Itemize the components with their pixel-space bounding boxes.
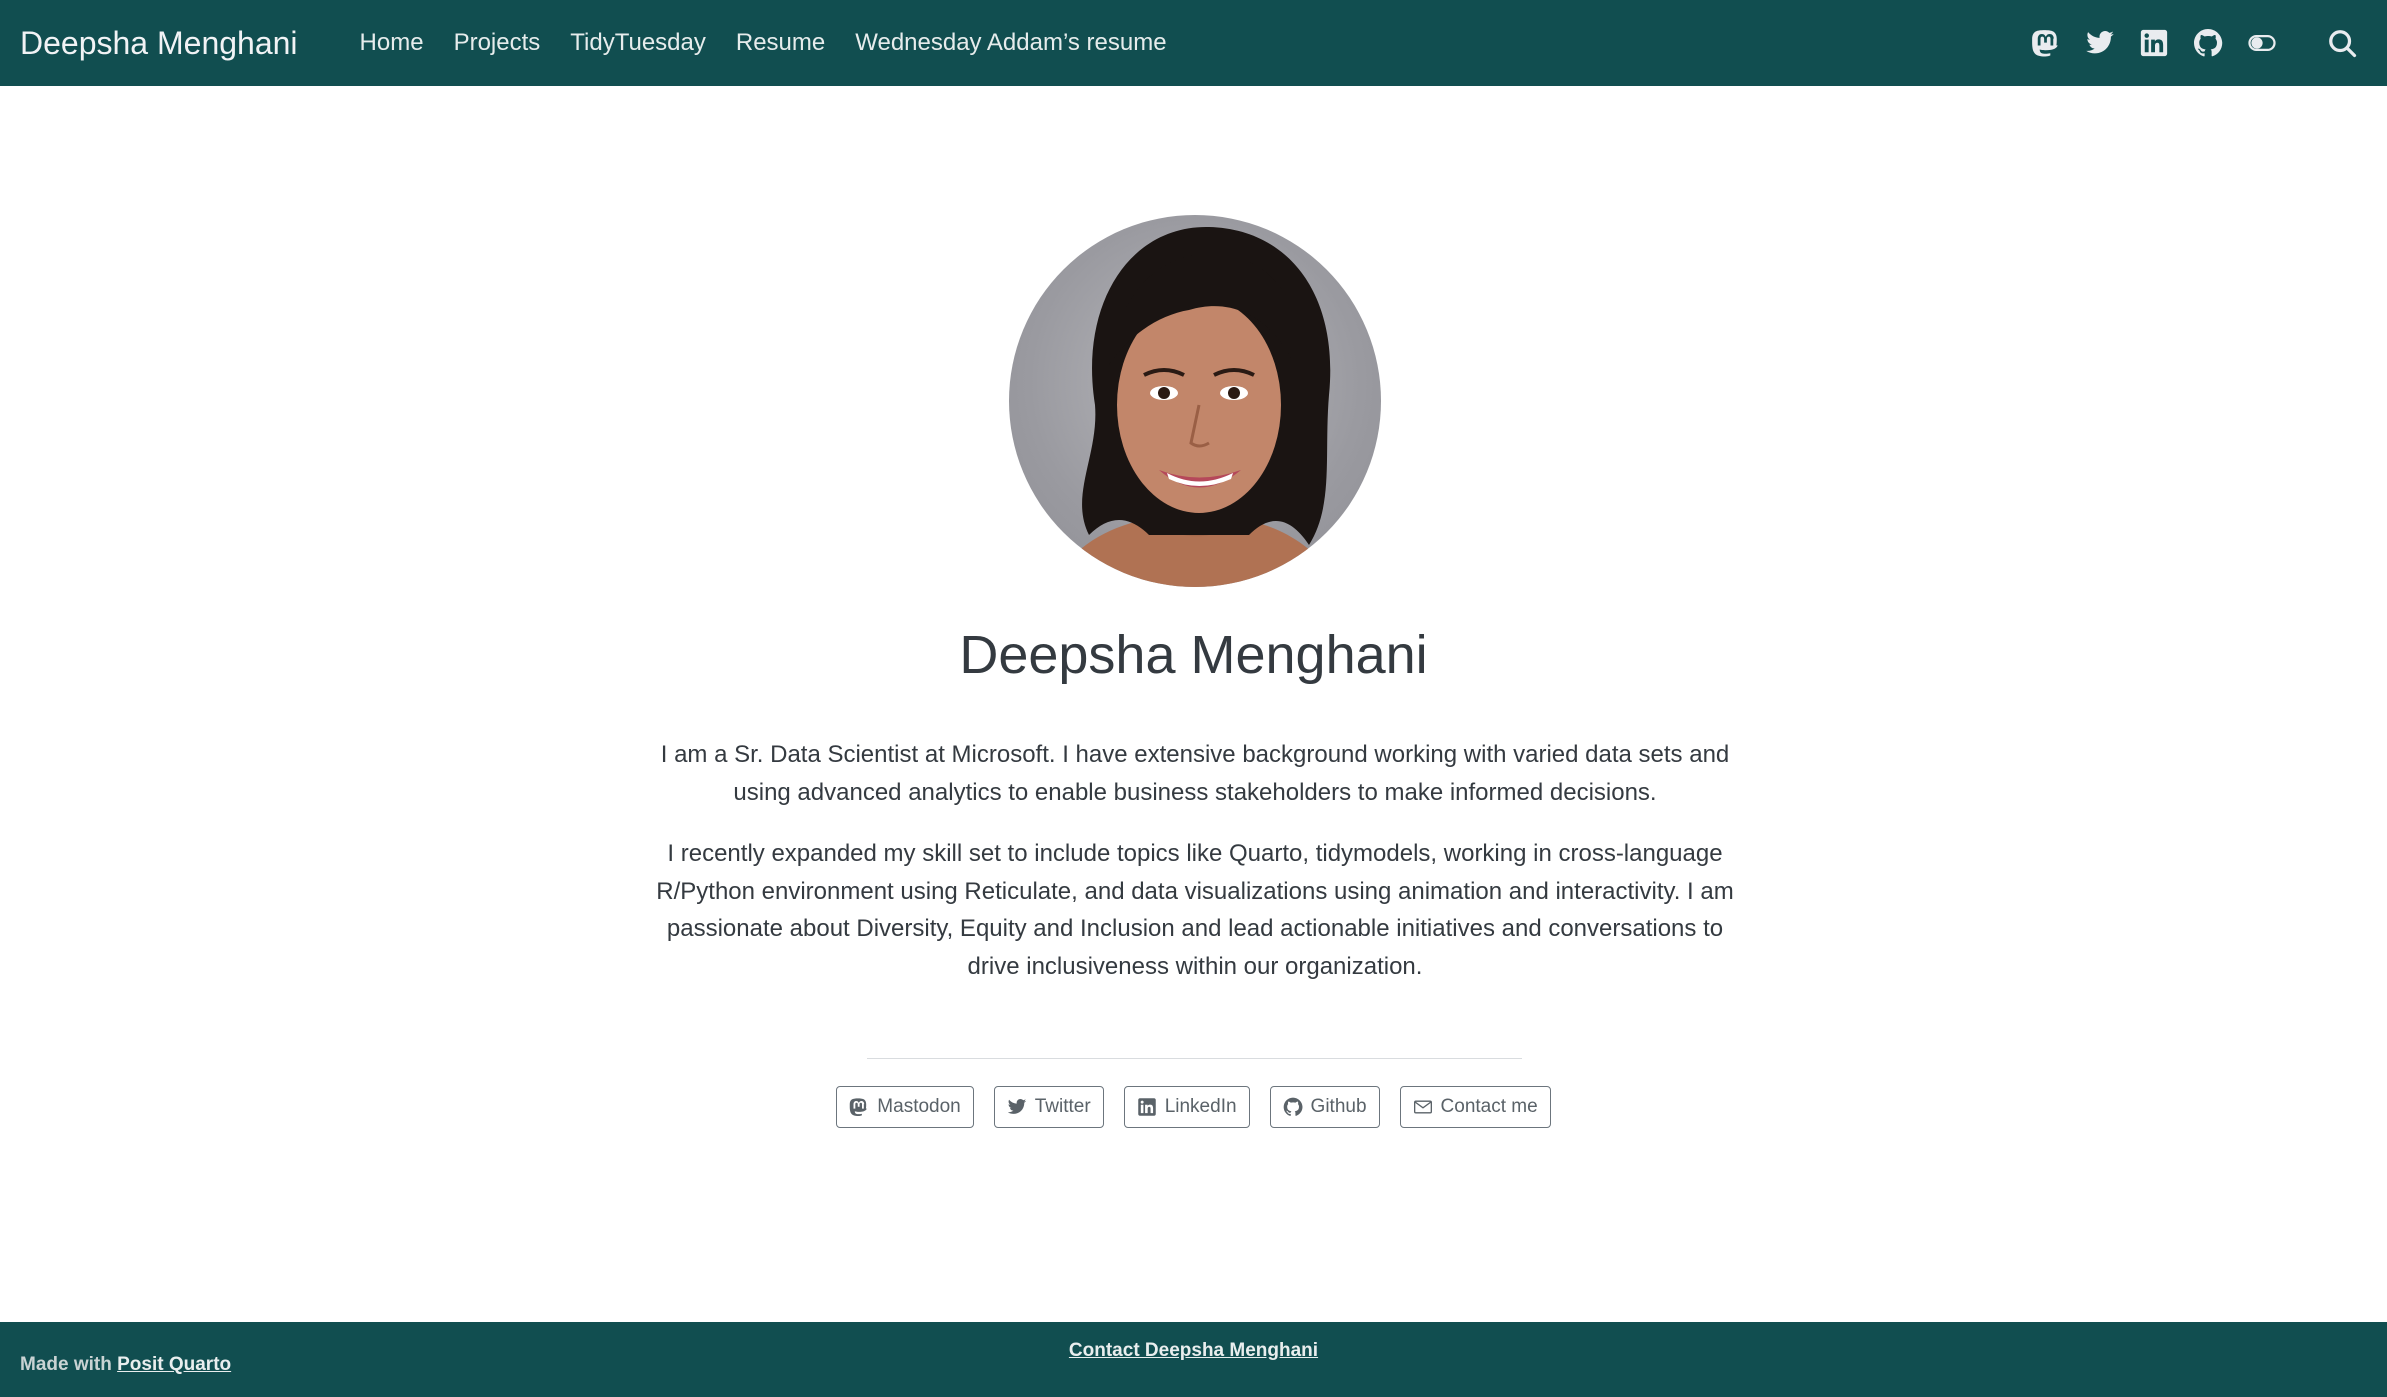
nav-link-home[interactable]: Home	[360, 29, 424, 57]
nav-icons	[2031, 0, 2357, 86]
github-icon	[1283, 1097, 1303, 1116]
mastodon-button[interactable]: Mastodon	[836, 1086, 974, 1128]
twitter-icon[interactable]	[2085, 28, 2115, 58]
about-section: Deepsha Menghani I am a Sr. Data Scienti…	[0, 86, 2387, 1322]
nav-links: Home Projects TidyTuesday Resume Wednesd…	[360, 29, 1167, 57]
mastodon-icon	[850, 1098, 868, 1117]
divider	[867, 1058, 1522, 1059]
linkedin-icon[interactable]	[2139, 28, 2169, 58]
mastodon-icon[interactable]	[2031, 28, 2061, 58]
button-label: LinkedIn	[1164, 1096, 1237, 1117]
github-button[interactable]: Github	[1269, 1086, 1380, 1128]
bio: I am a Sr. Data Scientist at Microsoft. …	[640, 736, 1750, 1009]
footer-contact-link[interactable]: Contact Deepsha Menghani	[1069, 1340, 1318, 1361]
twitter-icon	[1007, 1099, 1026, 1114]
nav-link-wednesday-resume[interactable]: Wednesday Addam’s resume	[855, 29, 1166, 57]
contact-me-button[interactable]: Contact me	[1399, 1086, 1551, 1128]
button-label: Github	[1310, 1096, 1367, 1117]
footer-contact: Contact Deepsha Menghani	[0, 1340, 2387, 1362]
nav-link-tidytuesday[interactable]: TidyTuesday	[570, 29, 706, 57]
bio-paragraph: I recently expanded my skill set to incl…	[656, 840, 1734, 980]
brand-link[interactable]: Deepsha Menghani	[20, 25, 298, 62]
button-label: Mastodon	[877, 1096, 961, 1117]
profile-photo	[1009, 215, 1381, 587]
twitter-button[interactable]: Twitter	[993, 1086, 1104, 1128]
search-icon[interactable]	[2327, 28, 2357, 58]
button-label: Contact me	[1440, 1096, 1538, 1117]
nav-link-resume[interactable]: Resume	[736, 29, 825, 57]
linkedin-button[interactable]: LinkedIn	[1123, 1086, 1250, 1128]
github-icon[interactable]	[2193, 28, 2223, 58]
navbar: Deepsha Menghani Home Projects TidyTuesd…	[0, 0, 2387, 86]
bio-paragraph: I am a Sr. Data Scientist at Microsoft. …	[660, 741, 1730, 806]
linkedin-icon	[1137, 1098, 1156, 1116]
envelope-icon	[1413, 1100, 1432, 1114]
footer: Made with Posit Quarto Contact Deepsha M…	[0, 1322, 2387, 1397]
about-links: Mastodon Twitter LinkedIn Github Contact…	[0, 1086, 2387, 1128]
dark-mode-toggle-icon[interactable]	[2247, 28, 2277, 58]
button-label: Twitter	[1034, 1096, 1091, 1117]
profile-name: Deepsha Menghani	[959, 625, 1428, 685]
nav-link-projects[interactable]: Projects	[454, 29, 541, 57]
